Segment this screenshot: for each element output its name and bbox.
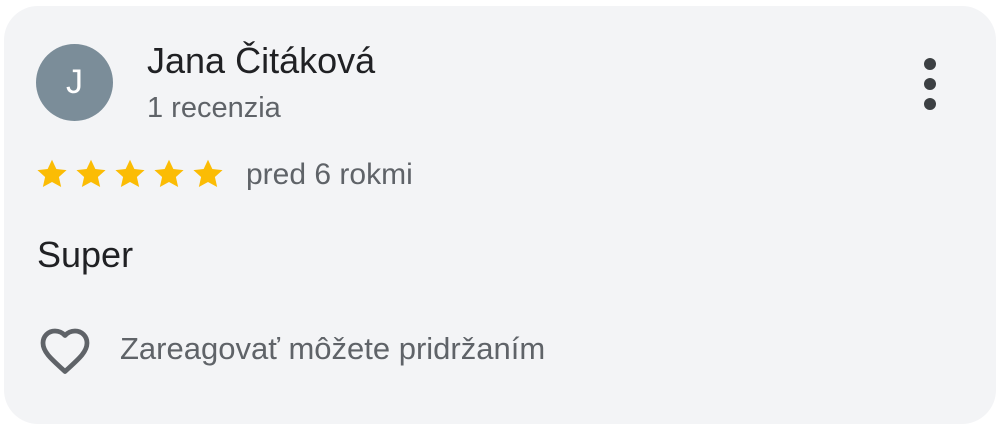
star-rating [34, 156, 229, 192]
react-button[interactable] [35, 320, 95, 380]
more-options-button[interactable] [916, 58, 944, 110]
star-icon [151, 156, 190, 192]
review-text: Super [37, 234, 134, 275]
author-review-count: 1 recenzia [147, 92, 281, 124]
star-icon [73, 156, 112, 192]
author-name[interactable]: Jana Čitáková [147, 40, 375, 82]
heart-outline-icon [40, 328, 90, 374]
star-icon [34, 156, 73, 192]
review-time: pred 6 rokmi [246, 158, 413, 191]
reaction-hint: Zareagovať môžete pridržaním [120, 331, 546, 366]
star-icon [112, 156, 151, 192]
more-vertical-icon [924, 58, 936, 70]
avatar[interactable]: J [36, 44, 113, 121]
star-icon [190, 156, 229, 192]
review-card: J Jana Čitáková 1 recenzia pred 6 rokmi … [4, 6, 996, 424]
